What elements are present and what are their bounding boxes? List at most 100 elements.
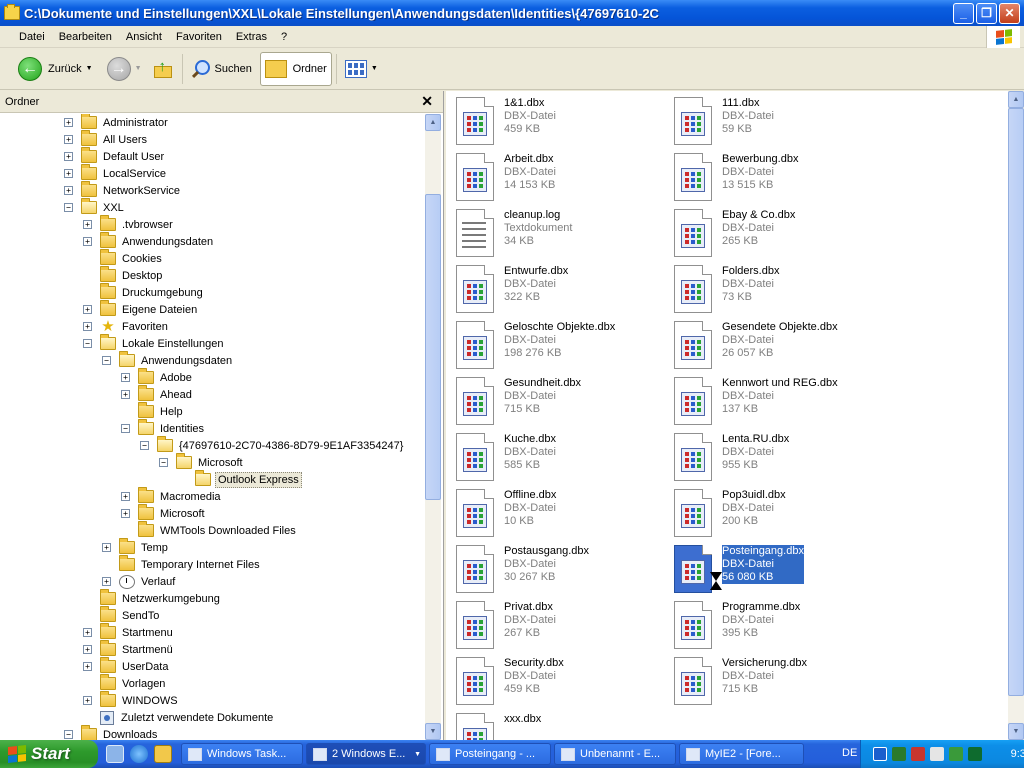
file-item[interactable]: Ebay & Co.dbx DBX-Datei 265 KB — [674, 207, 795, 257]
collapse-icon[interactable]: − — [121, 424, 130, 433]
expand-icon[interactable]: + — [102, 577, 111, 586]
tree-item[interactable]: − Microsoft — [159, 453, 245, 471]
expand-icon[interactable]: + — [83, 628, 92, 637]
tree-item[interactable]: + UserData — [83, 657, 170, 675]
collapse-icon[interactable]: − — [83, 339, 92, 348]
expand-icon[interactable]: + — [83, 662, 92, 671]
task-group-dropdown-icon[interactable]: ▼ — [414, 751, 421, 758]
tree-item[interactable]: Cookies — [83, 249, 164, 267]
taskbar-button[interactable]: MyIE2 - [Fore... — [679, 743, 804, 765]
tree-item[interactable]: + WINDOWS — [83, 691, 180, 709]
maximize-button[interactable]: ❐ — [976, 2, 997, 24]
collapse-icon[interactable]: − — [159, 458, 168, 467]
tree-item[interactable]: + Startmenu — [83, 623, 175, 641]
tray-network-icon[interactable] — [892, 747, 906, 761]
tree-item[interactable]: Temporary Internet Files — [102, 555, 262, 573]
tree-item[interactable]: + Anwendungsdaten — [83, 232, 215, 250]
title-bar[interactable]: C:\Dokumente und Einstellungen\XXL\Lokal… — [0, 0, 1024, 26]
file-item[interactable]: Offline.dbx DBX-Datei 10 KB — [456, 487, 556, 537]
file-item[interactable]: Versicherung.dbx DBX-Datei 715 KB — [674, 655, 807, 705]
scroll-up-button[interactable]: ▲ — [1008, 91, 1024, 108]
expand-icon[interactable]: + — [83, 696, 92, 705]
tree-item[interactable]: + Ahead — [121, 385, 194, 403]
tree-item[interactable]: + Adobe — [121, 368, 194, 386]
tree-item[interactable]: Vorlagen — [83, 674, 167, 692]
menu-bearbeiten[interactable]: Bearbeiten — [52, 31, 119, 43]
collapse-icon[interactable]: − — [64, 203, 73, 212]
taskbar-button[interactable]: Unbenannt - E... — [554, 743, 676, 765]
clock[interactable]: 9:36 — [1011, 748, 1024, 760]
expand-icon[interactable]: + — [83, 645, 92, 654]
file-item[interactable]: Gesundheit.dbx DBX-Datei 715 KB — [456, 375, 581, 425]
back-button[interactable]: ← Zurück ▼ — [14, 52, 97, 86]
tree-item[interactable]: − Lokale Einstellungen — [83, 334, 226, 352]
file-item[interactable]: Privat.dbx DBX-Datei 267 KB — [456, 599, 556, 649]
file-item[interactable]: Arbeit.dbx DBX-Datei 14 153 KB — [456, 151, 556, 201]
taskbar-button[interactable]: Posteingang - ... — [429, 743, 551, 765]
scroll-thumb[interactable] — [425, 194, 441, 500]
tree-item[interactable]: Desktop — [83, 266, 164, 284]
file-item[interactable]: Pop3uidl.dbx DBX-Datei 200 KB — [674, 487, 786, 537]
tree-item[interactable]: − Downloads — [64, 725, 159, 740]
expand-icon[interactable]: + — [83, 305, 92, 314]
expand-icon[interactable]: + — [83, 322, 92, 331]
tray-volume-icon[interactable] — [930, 747, 944, 761]
tree-item[interactable]: + Eigene Dateien — [83, 300, 199, 318]
collapse-icon[interactable]: − — [140, 441, 149, 450]
forward-button[interactable]: → ▼ — [103, 52, 146, 86]
file-item[interactable]: Gesendete Objekte.dbx DBX-Datei 26 057 KB — [674, 319, 838, 369]
tree-item[interactable]: Druckumgebung — [83, 283, 205, 301]
tree-item[interactable]: + Default User — [64, 147, 166, 165]
tray-app-icon[interactable] — [968, 747, 982, 761]
taskbar-button[interactable]: 2 Windows E... ▼ — [306, 743, 426, 765]
expand-icon[interactable]: + — [121, 492, 130, 501]
file-item[interactable]: Security.dbx DBX-Datei 459 KB — [456, 655, 564, 705]
tree-item[interactable]: Outlook Express — [178, 470, 302, 488]
file-item[interactable]: Postausgang.dbx DBX-Datei 30 267 KB — [456, 543, 589, 593]
tree-item[interactable]: − XXL — [64, 198, 126, 216]
tree-item[interactable]: + Macromedia — [121, 487, 223, 505]
tray-arrow-icon[interactable] — [873, 747, 887, 761]
expand-icon[interactable]: + — [121, 373, 130, 382]
back-dropdown-icon[interactable]: ▼ — [86, 65, 93, 72]
tree-item[interactable]: + Verlauf — [102, 573, 177, 590]
up-button[interactable]: ↑ — [148, 52, 178, 86]
expand-icon[interactable]: + — [64, 135, 73, 144]
menu-ansicht[interactable]: Ansicht — [119, 31, 169, 43]
close-button[interactable]: ✕ — [999, 2, 1020, 24]
tree-item[interactable]: WMTools Downloaded Files — [121, 521, 298, 539]
views-button[interactable]: ▼ — [341, 52, 382, 86]
menu-favoriten[interactable]: Favoriten — [169, 31, 229, 43]
expand-icon[interactable]: + — [83, 220, 92, 229]
tree-item[interactable]: + Microsoft — [121, 504, 207, 522]
media-player-icon[interactable] — [154, 745, 172, 763]
expand-icon[interactable]: + — [83, 237, 92, 246]
expand-icon[interactable]: + — [64, 169, 73, 178]
forward-dropdown-icon[interactable]: ▼ — [135, 65, 142, 72]
menu-datei[interactable]: Datei — [12, 31, 52, 43]
minimize-button[interactable]: _ — [953, 2, 974, 24]
internet-explorer-icon[interactable] — [130, 745, 148, 763]
expand-icon[interactable]: + — [64, 152, 73, 161]
collapse-icon[interactable]: − — [64, 730, 73, 739]
file-item[interactable]: Posteingang.dbx DBX-Datei 56 080 KB — [674, 543, 804, 593]
tree-item[interactable]: + Temp — [102, 538, 170, 556]
file-item[interactable]: Kennwort und REG.dbx DBX-Datei 137 KB — [674, 375, 838, 425]
file-item[interactable]: Folders.dbx DBX-Datei 73 KB — [674, 263, 779, 313]
views-dropdown-icon[interactable]: ▼ — [371, 65, 378, 72]
scroll-down-button[interactable]: ▼ — [425, 723, 441, 740]
folders-button[interactable]: Ordner — [259, 51, 332, 86]
tree-item[interactable]: − Identities — [121, 419, 206, 437]
expand-icon[interactable]: + — [121, 509, 130, 518]
file-item[interactable]: Bewerbung.dbx DBX-Datei 13 515 KB — [674, 151, 798, 201]
show-desktop-icon[interactable] — [106, 745, 124, 763]
tree-item[interactable]: + NetworkService — [64, 181, 182, 199]
scroll-down-button[interactable]: ▼ — [1008, 723, 1024, 740]
close-folder-pane-icon[interactable]: ✕ — [421, 93, 433, 110]
tree-item[interactable]: + ★ Favoriten — [83, 318, 170, 335]
scroll-up-button[interactable]: ▲ — [425, 114, 441, 131]
file-item[interactable]: cleanup.log Textdokument 34 KB — [456, 207, 572, 257]
tree-item[interactable]: Netzwerkumgebung — [83, 589, 222, 607]
expand-icon[interactable]: + — [64, 186, 73, 195]
file-item[interactable]: 1&1.dbx DBX-Datei 459 KB — [456, 95, 556, 145]
